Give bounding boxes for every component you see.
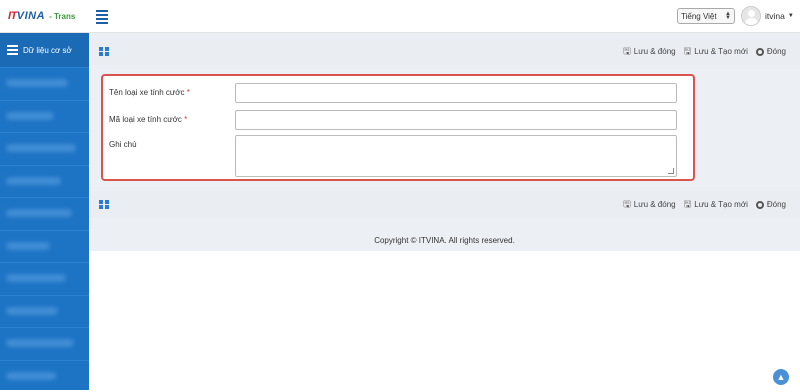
field-label: Tên loại xe tính cước * <box>109 83 235 103</box>
close-label: Đóng <box>767 47 786 56</box>
toolbar-bottom: 🖫 Lưu & đóng 🖫 Lưu & Tạo mới Đóng <box>89 191 800 218</box>
vehicle-type-code-input[interactable] <box>235 110 677 130</box>
floppy-plus-icon: 🖫 <box>684 197 692 213</box>
caret-down-icon: ▼ <box>788 13 794 19</box>
main-content: 🖫 Lưu & đóng 🖫 Lưu & Tạo mới Đóng Tên lo… <box>89 33 800 390</box>
logo-suffix: - Trans <box>49 12 75 21</box>
top-bar: IT VINA - Trans Tiếng Việt ▲▼ itvina ▼ <box>0 0 800 33</box>
vehicle-type-name-input[interactable] <box>235 83 677 103</box>
form-row-note: Ghi chú <box>109 135 677 177</box>
save-new-button[interactable]: 🖫 Lưu & Tạo mới <box>684 44 748 60</box>
save-new-label: Lưu & Tạo mới <box>694 200 748 209</box>
toolbar-top: 🖫 Lưu & đóng 🖫 Lưu & Tạo mới Đóng <box>89 38 800 65</box>
save-close-button[interactable]: 🖫 Lưu & đóng <box>623 44 676 60</box>
required-marker: * <box>187 88 190 97</box>
note-label: Ghi chú <box>109 140 137 149</box>
updown-arrows-icon: ▲▼ <box>725 12 731 20</box>
sidebar-item[interactable] <box>0 67 89 100</box>
username: itvina <box>765 11 785 21</box>
sidebar: Dữ liệu cơ sở <box>0 33 89 390</box>
sidebar-item[interactable] <box>0 262 89 295</box>
sidebar-item[interactable] <box>0 165 89 198</box>
sidebar-item[interactable] <box>0 197 89 230</box>
sidebar-item[interactable] <box>0 132 89 165</box>
toolbar-actions: 🖫 Lưu & đóng 🖫 Lưu & Tạo mới Đóng <box>623 197 786 213</box>
floppy-icon: 🖫 <box>623 197 631 213</box>
footer: Copyright © ITVINA. All rights reserved. <box>89 229 800 251</box>
sidebar-item[interactable] <box>0 327 89 360</box>
grid-icon <box>99 200 109 210</box>
save-close-label: Lưu & đóng <box>634 47 676 56</box>
floppy-icon: 🖫 <box>623 44 631 60</box>
sidebar-item[interactable] <box>0 100 89 133</box>
logo-vina: VINA <box>17 10 45 22</box>
circle-icon <box>756 48 764 56</box>
user-menu[interactable]: itvina ▼ <box>741 5 794 27</box>
hamburger-icon[interactable] <box>96 10 110 22</box>
save-close-label: Lưu & đóng <box>634 200 676 209</box>
name-label: Tên loại xe tính cước <box>109 88 185 97</box>
logo-it: IT <box>8 10 17 22</box>
form-panel: Tên loại xe tính cước * Mã loại xe tính … <box>101 74 695 181</box>
language-select[interactable]: Tiếng Việt ▲▼ <box>677 8 735 24</box>
close-label: Đóng <box>767 200 786 209</box>
note-textarea[interactable] <box>235 135 677 177</box>
app-logo[interactable]: IT VINA - Trans <box>8 9 88 23</box>
field-label: Mã loại xe tính cước * <box>109 110 235 130</box>
sidebar-title: Dữ liệu cơ sở <box>23 46 72 55</box>
list-icon <box>7 45 18 55</box>
field-label: Ghi chú <box>109 135 235 177</box>
required-marker: * <box>184 115 187 124</box>
sidebar-item[interactable] <box>0 230 89 263</box>
code-label: Mã loại xe tính cước <box>109 115 182 124</box>
circle-icon <box>756 201 764 209</box>
form-row-code: Mã loại xe tính cước * <box>109 110 677 130</box>
close-button[interactable]: Đóng <box>756 47 786 56</box>
save-close-button[interactable]: 🖫 Lưu & đóng <box>623 197 676 213</box>
arrow-up-icon[interactable]: ▲ <box>773 369 789 385</box>
toolbar-actions: 🖫 Lưu & đóng 🖫 Lưu & Tạo mới Đóng <box>623 44 786 60</box>
grid-icon <box>99 47 109 57</box>
avatar <box>741 6 761 26</box>
sidebar-item[interactable] <box>0 360 89 392</box>
language-select-value: Tiếng Việt <box>681 12 717 21</box>
save-new-label: Lưu & Tạo mới <box>694 47 748 56</box>
floppy-plus-icon: 🖫 <box>684 44 692 60</box>
form-row-name: Tên loại xe tính cước * <box>109 83 677 103</box>
sidebar-item[interactable] <box>0 295 89 328</box>
close-button[interactable]: Đóng <box>756 200 786 209</box>
copyright-text: Copyright © ITVINA. All rights reserved. <box>374 236 515 245</box>
sidebar-header[interactable]: Dữ liệu cơ sở <box>0 33 89 67</box>
save-new-button[interactable]: 🖫 Lưu & Tạo mới <box>684 197 748 213</box>
